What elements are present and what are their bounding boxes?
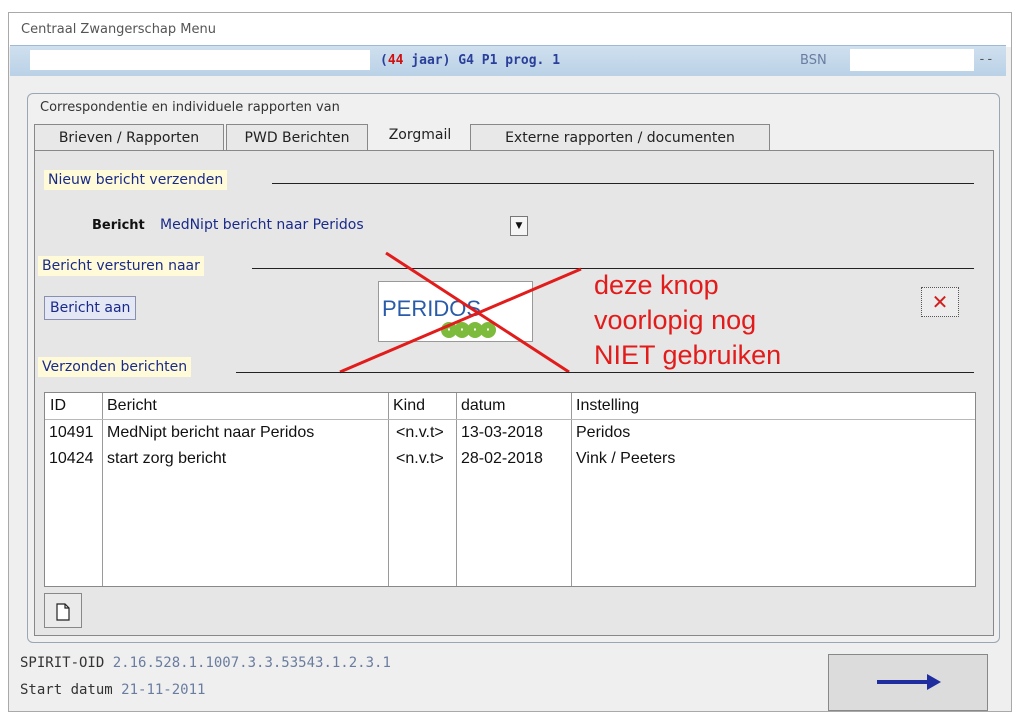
- annotation-line-3: NIET gebruiken: [594, 340, 782, 370]
- annotation-line-1: deze knop: [594, 270, 719, 300]
- cell-kind: <n.v.t>: [396, 424, 444, 441]
- annotation-line-2: voorlopig nog: [594, 305, 757, 335]
- cell-bericht: start zorg bericht: [107, 450, 227, 467]
- start-date-row: Start datum 21-11-2011: [20, 682, 205, 698]
- spirit-oid-value: 2.16.528.1.1007.3.3.53543.1.2.3.1: [112, 655, 391, 671]
- cell-id: 10491: [49, 424, 94, 441]
- column-divider: [456, 393, 457, 586]
- start-date-label: Start datum: [20, 682, 113, 698]
- new-document-icon[interactable]: [44, 593, 82, 628]
- header-divider: [45, 419, 975, 420]
- cell-instelling: Peridos: [576, 424, 631, 441]
- cell-id: 10424: [49, 450, 94, 467]
- start-date-value: 21-11-2011: [121, 682, 206, 698]
- column-divider: [102, 393, 103, 586]
- column-header-datum[interactable]: datum: [461, 397, 569, 415]
- group-sent: Verzonden berichten: [38, 357, 192, 377]
- spirit-oid-label: SPIRIT-OID: [20, 655, 105, 671]
- next-button[interactable]: [828, 654, 988, 711]
- cell-datum: 13-03-2018: [461, 424, 543, 441]
- column-header-bericht[interactable]: Bericht: [107, 397, 387, 415]
- cell-datum: 28-02-2018: [461, 450, 543, 467]
- column-header-instelling[interactable]: Instelling: [576, 397, 956, 415]
- arrow-right-icon: [877, 674, 941, 690]
- sent-messages-table: ID Bericht Kind datum Instelling 10491 M…: [44, 392, 976, 587]
- close-icon[interactable]: ✕: [921, 287, 959, 317]
- divider: [236, 372, 974, 373]
- cell-instelling: Vink / Peeters: [576, 450, 676, 467]
- cell-kind: <n.v.t>: [396, 450, 444, 467]
- column-header-kind[interactable]: Kind: [393, 397, 453, 415]
- column-divider: [388, 393, 389, 586]
- column-header-id[interactable]: ID: [50, 397, 100, 415]
- column-divider: [571, 393, 572, 586]
- cell-bericht: MedNipt bericht naar Peridos: [107, 424, 315, 441]
- spirit-oid-row: SPIRIT-OID 2.16.528.1.1007.3.3.53543.1.2…: [20, 655, 391, 671]
